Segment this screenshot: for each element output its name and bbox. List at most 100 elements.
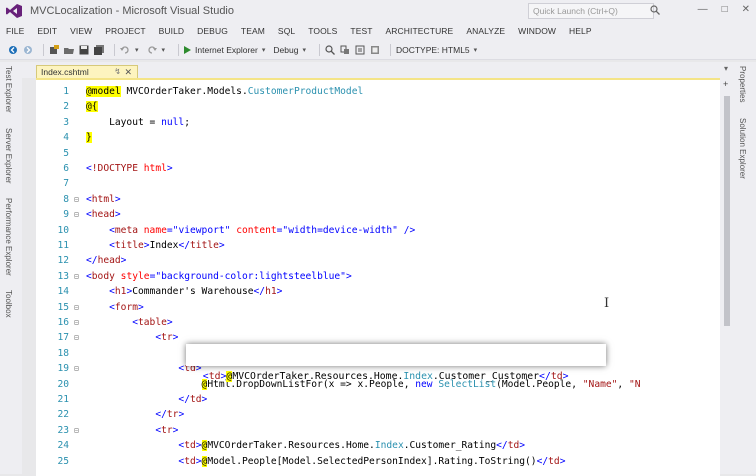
collapse-outline-icon[interactable]: ⊟ bbox=[74, 269, 79, 284]
code-line[interactable]: 25 <td>@Model.People[Model.SelectedPerso… bbox=[36, 454, 720, 469]
menu-tools[interactable]: TOOLS bbox=[308, 26, 337, 36]
code-token: tr bbox=[166, 409, 179, 421]
code-token: Commander's Warehouse bbox=[132, 286, 254, 298]
collapse-outline-icon[interactable]: ⊟ bbox=[74, 192, 79, 207]
forward-icon[interactable] bbox=[23, 45, 33, 55]
code-line[interactable]: 8 ⊟ <html> bbox=[36, 192, 720, 207]
code-token: Index bbox=[374, 440, 404, 452]
menu-file[interactable]: FILE bbox=[6, 26, 24, 36]
collapse-outline-icon[interactable]: ⊟ bbox=[74, 300, 79, 315]
minimize-icon[interactable]: — bbox=[698, 4, 708, 15]
collapse-outline-icon[interactable]: ⊟ bbox=[74, 330, 79, 345]
split-editor-icon[interactable]: + bbox=[723, 79, 728, 89]
code-line[interactable]: 23 ⊟ <tr> bbox=[36, 423, 720, 438]
toolbox-tab[interactable]: Toolbox bbox=[4, 290, 13, 318]
configuration-selector[interactable]: Debug bbox=[273, 45, 298, 55]
menu-sql[interactable]: SQL bbox=[278, 26, 295, 36]
menu-view[interactable]: VIEW bbox=[70, 26, 92, 36]
code-token: </ bbox=[178, 394, 190, 405]
browser-dropdown-icon[interactable]: ▾ bbox=[262, 46, 266, 54]
server-explorer-tab[interactable]: Server Explorer bbox=[4, 128, 13, 184]
collapse-outline-icon[interactable]: ⊟ bbox=[74, 423, 79, 438]
code-line[interactable]: 24 <td>@MVCOrderTaker.Resources.Home.Ind… bbox=[36, 438, 720, 453]
code-token: </ bbox=[178, 240, 191, 251]
menu-build[interactable]: BUILD bbox=[159, 26, 185, 36]
code-token: h1 bbox=[265, 286, 277, 298]
close-tab-icon[interactable]: ✕ bbox=[124, 66, 132, 78]
page-inspector-icon[interactable] bbox=[370, 45, 380, 55]
code-line[interactable]: 4} bbox=[36, 130, 720, 145]
doctype-selector[interactable]: DOCTYPE: HTML5 bbox=[396, 45, 470, 55]
collapse-outline-icon[interactable]: ⊟ bbox=[74, 207, 79, 222]
configuration-dropdown-icon[interactable]: ▾ bbox=[302, 46, 306, 54]
code-line[interactable]: 21 </td> bbox=[36, 392, 720, 407]
code-line[interactable]: 1 @model MVCOrderTaker.Models.CustomerPro… bbox=[36, 84, 720, 99]
replace-icon[interactable] bbox=[340, 45, 350, 55]
maximize-icon[interactable]: □ bbox=[722, 4, 728, 15]
menu-debug[interactable]: DEBUG bbox=[197, 26, 228, 36]
solution-explorer-tab[interactable]: Solution Explorer bbox=[738, 118, 747, 179]
save-icon[interactable] bbox=[79, 45, 89, 55]
code-line[interactable]: 14 <h1>Commander's Warehouse</h1> bbox=[36, 284, 720, 299]
code-token: td bbox=[189, 394, 202, 405]
code-line[interactable]: 6 <!DOCTYPE html> bbox=[36, 161, 720, 176]
code-line[interactable]: 5 bbox=[36, 146, 720, 161]
test-explorer-tab[interactable]: Test Explorer bbox=[4, 66, 13, 113]
code-line[interactable]: 9 ⊟ <head> bbox=[36, 207, 720, 222]
redo-icon[interactable] bbox=[147, 45, 157, 55]
redo-dropdown-icon[interactable]: ▾ bbox=[162, 46, 166, 54]
menu-edit[interactable]: EDIT bbox=[37, 26, 57, 36]
code-line[interactable]: 22 </tr> bbox=[36, 407, 720, 422]
code-token: </ bbox=[253, 286, 266, 298]
search-icon[interactable] bbox=[650, 5, 660, 15]
menu-analyze[interactable]: ANALYZE bbox=[466, 26, 505, 36]
code-editor[interactable]: 1 @model MVCOrderTaker.Models.CustomerPro… bbox=[36, 78, 720, 476]
code-token: ; bbox=[184, 116, 190, 128]
quick-launch-input[interactable]: Quick Launch (Ctrl+Q) bbox=[528, 3, 654, 19]
pin-icon[interactable]: ↯ bbox=[114, 66, 121, 78]
code-line[interactable]: 12 </head> bbox=[36, 253, 720, 268]
code-line[interactable]: 11 <title>Index</title> bbox=[36, 238, 720, 253]
vertical-scrollbar[interactable]: + bbox=[720, 78, 734, 474]
undo-dropdown-icon[interactable]: ▾ bbox=[135, 46, 139, 54]
code-token: ="background-color:lightsteelblue" bbox=[149, 270, 346, 282]
performance-explorer-tab[interactable]: Performance Explorer bbox=[4, 198, 13, 276]
new-project-icon[interactable] bbox=[49, 44, 59, 55]
start-debug-icon[interactable] bbox=[184, 45, 192, 54]
menu-help[interactable]: HELP bbox=[569, 26, 592, 36]
code-token: > bbox=[114, 209, 121, 221]
code-line[interactable]: 3 Layout = null; bbox=[36, 115, 720, 130]
back-icon[interactable] bbox=[8, 45, 18, 55]
tab-overflow-dropdown-icon[interactable]: ▾ bbox=[724, 64, 728, 73]
code-line[interactable]: 15 ⊟ <form> bbox=[36, 300, 720, 315]
code-line[interactable]: 13 ⊟ <body style="background-color:lightst… bbox=[36, 269, 720, 284]
code-token: form bbox=[114, 301, 138, 313]
code-token: > bbox=[114, 193, 121, 205]
doctype-dropdown-icon[interactable]: ▾ bbox=[474, 46, 478, 54]
code-line[interactable]: 7 bbox=[36, 176, 720, 191]
close-icon[interactable]: ✕ bbox=[742, 4, 750, 15]
code-line[interactable]: 10 <meta name="viewport" content="width=… bbox=[36, 223, 720, 238]
menu-project[interactable]: PROJECT bbox=[105, 26, 145, 36]
menu-architecture[interactable]: ARCHITECTURE bbox=[386, 26, 454, 36]
code-line[interactable]: 16 ⊟ <table> bbox=[36, 315, 720, 330]
save-all-icon[interactable] bbox=[94, 44, 104, 55]
find-icon[interactable] bbox=[325, 44, 335, 55]
undo-icon[interactable] bbox=[120, 45, 130, 55]
open-file-icon[interactable] bbox=[64, 45, 74, 55]
properties-tab[interactable]: Properties bbox=[738, 66, 747, 102]
menu-team[interactable]: TEAM bbox=[241, 26, 265, 36]
collapse-outline-icon[interactable]: ⊟ bbox=[74, 315, 79, 330]
scrollbar-thumb[interactable] bbox=[724, 96, 730, 326]
collapse-outline-icon[interactable]: ⊟ bbox=[74, 361, 79, 376]
menu-test[interactable]: TEST bbox=[350, 26, 372, 36]
code-token: td bbox=[548, 455, 560, 467]
menu-window[interactable]: WINDOW bbox=[518, 26, 556, 36]
code-text: <form> bbox=[86, 300, 144, 315]
browser-selector[interactable]: Internet Explorer bbox=[195, 45, 258, 55]
bookmark-icon[interactable] bbox=[355, 45, 365, 55]
document-tab-index-cshtml[interactable]: Index.cshtml ↯ ✕ bbox=[36, 65, 138, 78]
code-line[interactable]: 2 @{ bbox=[36, 99, 720, 114]
